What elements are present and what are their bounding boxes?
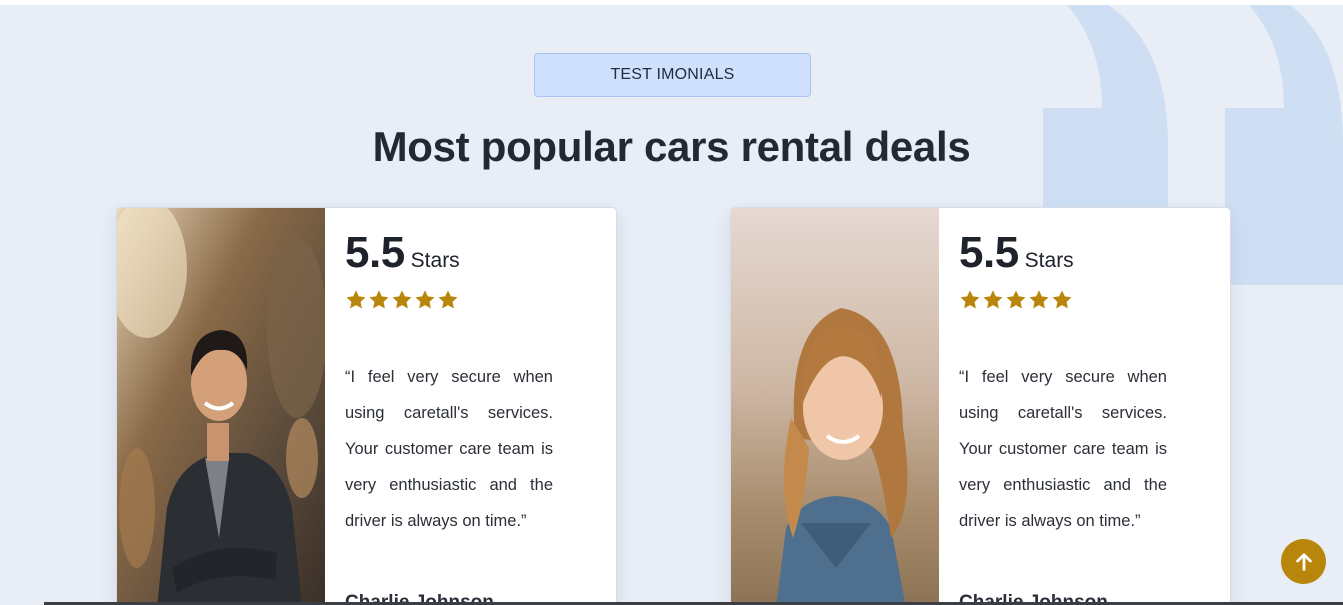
star-icon <box>438 290 458 309</box>
star-icon <box>1006 290 1026 309</box>
testimonial-card: 5.5 Stars “I feel very secure when using … <box>116 207 617 605</box>
customer-photo <box>117 208 325 605</box>
rating-unit: Stars <box>1024 249 1074 272</box>
star-icon <box>1052 290 1072 309</box>
rating-value: 5.5 <box>345 228 405 277</box>
star-rating <box>959 289 1073 311</box>
section-badge: TEST IMONIALS <box>534 53 811 97</box>
testimonial-card: 5.5 Stars “I feel very secure when using … <box>730 207 1231 605</box>
testimonial-quote: “I feel very secure when using caretall'… <box>959 368 1167 530</box>
star-icon <box>983 290 1003 309</box>
star-icon <box>415 290 435 309</box>
star-icon <box>346 290 366 309</box>
scroll-to-top-button[interactable] <box>1281 539 1326 584</box>
rating-unit: Stars <box>410 249 460 272</box>
customer-photo <box>731 208 939 605</box>
star-icon <box>1029 290 1049 309</box>
rating-value: 5.5 <box>959 228 1019 277</box>
section-heading: Most popular cars rental deals <box>372 123 971 170</box>
rating: 5.5 Stars <box>345 228 460 278</box>
star-icon <box>392 290 412 309</box>
star-rating <box>345 289 459 311</box>
testimonial-quote: “I feel very secure when using caretall'… <box>345 368 553 530</box>
rating: 5.5 Stars <box>959 228 1074 278</box>
star-icon <box>369 290 389 309</box>
testimonials-section: TEST IMONIALS Most popular cars rental d… <box>0 5 1343 605</box>
star-icon <box>960 290 980 309</box>
arrow-up-icon <box>1295 552 1312 571</box>
